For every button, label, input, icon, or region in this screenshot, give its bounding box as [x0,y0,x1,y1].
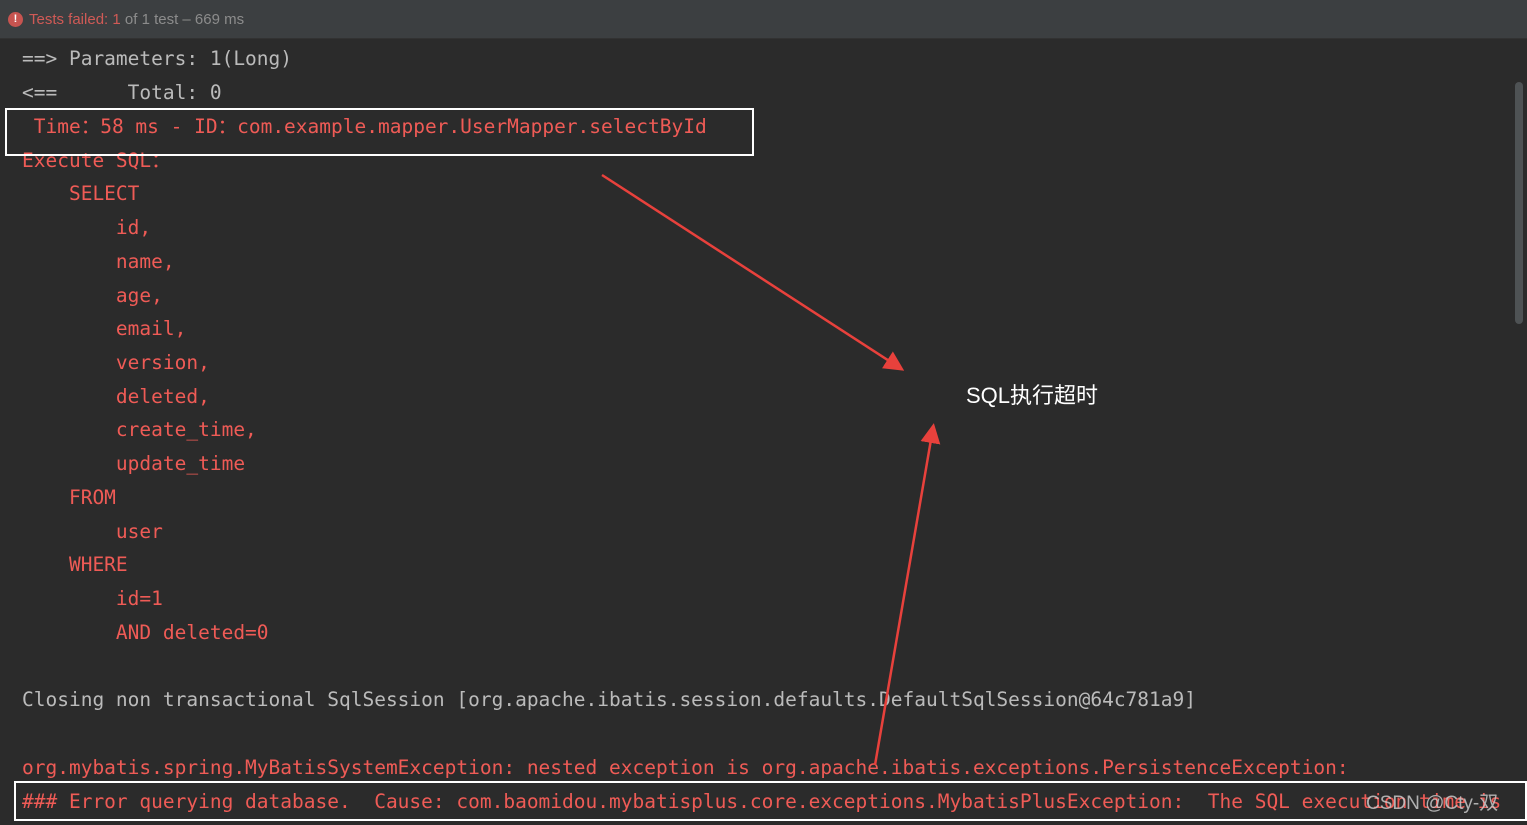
console-line: Closing non transactional SqlSession [or… [22,688,1196,711]
console-line: deleted, [22,385,210,408]
console-line: version, [22,351,210,374]
console-line: FROM [22,486,116,509]
console-line: create_time, [22,418,257,441]
console-line: WHERE [22,553,128,576]
console-line: <== Total: 0 [22,81,222,104]
console-line: update_time [22,452,246,475]
error-highlight-box [14,781,1527,821]
console-output[interactable]: ==> Parameters: 1(Long) <== Total: 0 Tim… [0,40,1510,825]
console-line: ==> Parameters: 1(Long) [22,47,293,70]
test-status-text[interactable]: Tests failed: 1 of 1 test – 669 ms [29,11,244,28]
test-status-bar: ! Tests failed: 1 of 1 test – 669 ms [0,0,1527,39]
tests-failed-label: Tests failed: 1 [29,10,121,28]
console-line: SELECT [22,182,140,205]
watermark: CSDN @Cty-双 [1366,793,1499,814]
test-summary-label: of 1 test – 669 ms [120,10,245,28]
error-icon: ! [8,11,23,27]
console-line: org.mybatis.spring.MyBatisSystemExceptio… [22,756,1361,779]
vertical-scrollbar-thumb[interactable] [1515,82,1523,324]
console-line: user [22,520,163,543]
console-line: AND deleted=0 [22,621,269,644]
console-line: age, [22,284,163,307]
console-line: name, [22,250,175,273]
console-line: id, [22,216,152,239]
annotation-label: SQL执行超时 [966,383,1099,408]
time-highlight-box [5,108,754,156]
console-line: email, [22,317,187,340]
console-line: id=1 [22,587,163,610]
